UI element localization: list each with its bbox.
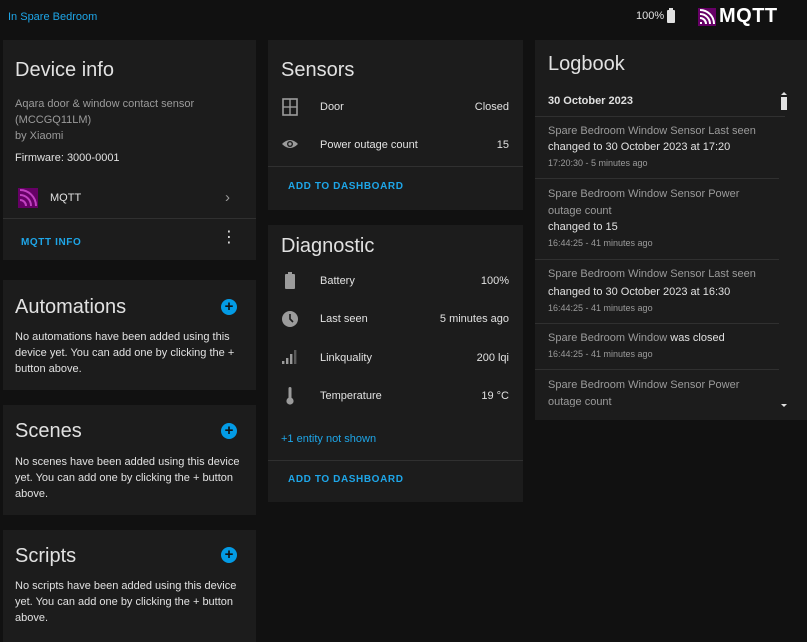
diagnostic-value: 5 minutes ago [439,313,509,325]
scripts-card: Scripts + No scripts have been added usi… [3,530,256,642]
log-entry-action: changed to 30 October 2023 at 16:30 [548,286,731,298]
sensors-title: Sensors [281,59,355,81]
sensor-label: Power outage count [320,139,418,151]
battery-icon [285,272,295,289]
sensors-add-to-dashboard-button[interactable]: ADD TO DASHBOARD [288,181,404,192]
log-entry-time: 17:20:30 - 5 minutes ago [548,158,648,168]
scripts-empty-text: No scripts have been added using this de… [15,580,237,624]
integration-row-mqtt[interactable]: MQTT › [3,184,256,212]
diagnostic-row-last-seen[interactable]: Last seen 5 minutes ago [268,306,523,332]
log-entry-name: Spare Bedroom Window Sensor Power [548,188,740,200]
diagnostic-row-battery[interactable]: Battery 100% [268,268,523,294]
sensor-row-door[interactable]: Door Closed [268,94,523,120]
divider [535,259,779,260]
battery-percentage: 100% [636,9,665,22]
log-entry-action: was closed [670,332,725,344]
divider [268,460,523,461]
area-link[interactable]: In Spare Bedroom [8,11,97,23]
scenes-empty-text: No scenes have been added using this dev… [15,456,240,500]
top-bar: In Spare Bedroom 100% MQTT [0,0,807,34]
divider [535,116,785,117]
signal-icon [282,350,297,364]
divider [535,323,779,324]
device-model-line1: Aqara door & window contact sensor [15,98,195,110]
scenes-title: Scenes [15,420,82,442]
log-entry-action: changed to 15 [548,221,618,233]
log-entry[interactable]: Spare Bedroom Window Sensor Power outage… [535,180,779,258]
diagnostic-title: Diagnostic [281,235,375,257]
diagnostic-row-linkquality[interactable]: Linkquality 200 lqi [268,345,523,371]
device-info-title: Device info [15,59,114,81]
diagnostic-value: 200 lqi [476,352,509,364]
scripts-title: Scripts [15,545,77,567]
device-firmware: Firmware: 3000-0001 [15,152,120,164]
add-automation-button[interactable]: + [221,299,237,315]
scrollbar-up-arrow[interactable] [781,92,787,110]
log-entry-name: Spare Bedroom Window Sensor Power [548,379,740,391]
log-entry[interactable]: Spare Bedroom Window Sensor Power outage… [535,371,779,407]
diagnostic-label: Last seen [320,313,368,325]
sensor-value: 15 [496,139,509,151]
clock-icon [282,311,298,327]
log-entry-time: 16:44:25 - 41 minutes ago [548,238,653,248]
divider [3,218,256,219]
add-scene-button[interactable]: + [221,423,237,439]
automations-empty-text: No automations have been added using thi… [15,331,235,375]
divider [268,166,523,167]
diagnostic-label: Battery [320,275,355,287]
mqtt-brand-logo: MQTT [698,5,778,28]
more-options-icon[interactable]: ⋮ [221,230,237,246]
add-script-button[interactable]: + [221,547,237,563]
log-entry[interactable]: Spare Bedroom Window Sensor Last seen ch… [535,118,779,176]
sensor-value: Closed [474,101,509,113]
diagnostic-label: Linkquality [320,352,372,364]
log-entry-name: outage count [548,396,612,407]
device-manufacturer: by Xiaomi [15,130,64,142]
scenes-card: Scenes + No scenes have been added using… [3,405,256,515]
log-entry[interactable]: Spare Bedroom Window Sensor Last seen ch… [535,261,779,319]
sensor-row-power-outage[interactable]: Power outage count 15 [268,132,523,158]
logbook-title: Logbook [548,53,625,75]
automations-title: Automations [15,296,127,318]
sensor-label: Door [320,101,344,113]
eye-icon [282,140,298,148]
mqtt-logo-icon [698,7,716,26]
window-icon [282,98,298,116]
device-model-line2: (MCCGQ11LM) [15,114,92,126]
log-entry-action: changed to 30 October 2023 at 17:20 [548,141,731,153]
battery-icon [667,8,676,23]
chevron-right-icon: › [225,189,230,206]
logbook-date-header: 30 October 2023 [548,95,633,107]
log-entry-name: outage count [548,205,612,217]
thermometer-icon [286,387,294,405]
sensors-card: Sensors Door Closed Power outage count 1… [268,40,523,210]
hidden-entities-link[interactable]: +1 entity not shown [281,433,376,445]
diagnostic-add-to-dashboard-button[interactable]: ADD TO DASHBOARD [288,474,404,485]
log-entry-time: 16:44:25 - 41 minutes ago [548,303,653,313]
diagnostic-card: Diagnostic Battery 100% Last seen 5 minu… [268,225,523,502]
diagnostic-value: 100% [480,275,509,287]
log-entry-time: 16:44:25 - 41 minutes ago [548,349,653,359]
device-info-card: Device info Aqara door & window contact … [3,40,256,260]
log-entry-name: Spare Bedroom Window Sensor Last seen [548,125,756,137]
scrollbar-down-arrow[interactable] [781,395,787,407]
diagnostic-value: 19 °C [481,390,509,402]
diagnostic-label: Temperature [320,390,382,402]
log-entry-name: Spare Bedroom Window was closed [548,330,725,346]
divider [535,178,779,179]
log-entry-name: Spare Bedroom Window Sensor Last seen [548,268,756,280]
automations-card: Automations + No automations have been a… [3,280,256,390]
logbook-card: Logbook 30 October 2023 Spare Bedroom Wi… [535,40,807,420]
mqtt-integration-icon [18,188,38,208]
battery-status: 100% [636,8,676,23]
mqtt-info-button[interactable]: MQTT INFO [21,237,81,248]
log-entry-name-text: Spare Bedroom Window [548,332,668,344]
divider [535,369,779,370]
brand-text: MQTT [719,5,778,27]
log-entry[interactable]: Spare Bedroom Window was closed 16:44:25… [535,325,779,367]
integration-label: MQTT [50,192,82,204]
diagnostic-row-temperature[interactable]: Temperature 19 °C [268,383,523,409]
